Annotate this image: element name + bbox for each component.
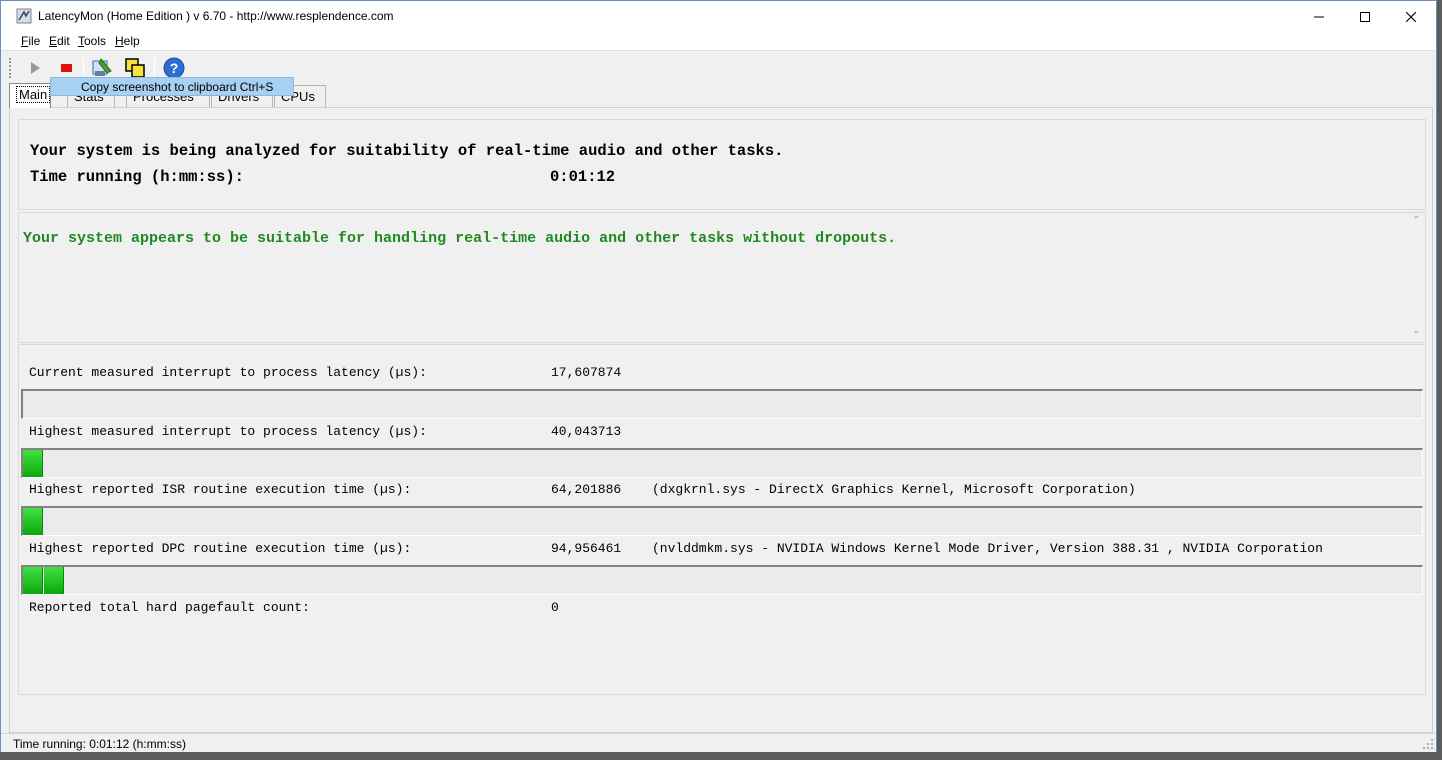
isr-time-label: Highest reported ISR routine execution t… bbox=[29, 482, 412, 497]
current-latency-label: Current measured interrupt to process la… bbox=[29, 365, 427, 380]
close-button[interactable] bbox=[1388, 1, 1434, 32]
start-button[interactable] bbox=[23, 56, 47, 80]
stop-icon bbox=[61, 64, 72, 72]
pagefault-label: Reported total hard pagefault count: bbox=[29, 600, 310, 615]
resize-grip-icon[interactable] bbox=[1422, 738, 1434, 750]
pagefault-value: 0 bbox=[551, 600, 559, 615]
status-bar: Time running: 0:01:12 (h:mm:ss) bbox=[1, 733, 1436, 752]
isr-driver-info: (dxgkrnl.sys - DirectX Graphics Kernel, … bbox=[652, 482, 1136, 497]
highest-latency-bar bbox=[21, 448, 1423, 478]
tab-main-label: Main bbox=[16, 86, 51, 103]
toolbar-grip[interactable] bbox=[9, 58, 12, 78]
play-icon bbox=[31, 62, 40, 74]
minimize-icon bbox=[1314, 16, 1324, 17]
maximize-icon bbox=[1360, 11, 1370, 22]
copy-icon bbox=[125, 58, 145, 78]
bar-segment bbox=[23, 450, 43, 477]
title-bar[interactable]: LatencyMon (Home Edition ) v 6.70 - http… bbox=[1, 1, 1436, 32]
analysis-panel: Your system is being analyzed for suitab… bbox=[18, 119, 1426, 210]
menu-tools[interactable]: Tools bbox=[78, 34, 106, 48]
screenshot-icon bbox=[92, 58, 112, 76]
bar-segment bbox=[44, 567, 64, 594]
analysis-text: Your system is being analyzed for suitab… bbox=[30, 142, 784, 160]
time-running-label: Time running (h:mm:ss): bbox=[30, 168, 244, 186]
verdict-message: Your system appears to be suitable for h… bbox=[23, 230, 897, 247]
window-title: LatencyMon (Home Edition ) v 6.70 - http… bbox=[38, 9, 394, 23]
toolbar-separator bbox=[154, 57, 155, 79]
menu-help[interactable]: Help bbox=[115, 34, 140, 48]
current-latency-value: 17,607874 bbox=[551, 365, 622, 380]
bar-segment bbox=[23, 508, 43, 535]
toolbar-tooltip: Copy screenshot to clipboard Ctrl+S bbox=[50, 77, 294, 96]
maximize-button[interactable] bbox=[1342, 1, 1388, 32]
dpc-time-label: Highest reported DPC routine execution t… bbox=[29, 541, 412, 556]
highest-latency-value: 40,043713 bbox=[551, 424, 622, 439]
dpc-time-bar bbox=[21, 565, 1423, 595]
isr-time-bar bbox=[21, 506, 1423, 536]
current-latency-bar bbox=[21, 389, 1423, 419]
latency-panel: Current measured interrupt to process la… bbox=[18, 344, 1426, 695]
highest-latency-label: Highest measured interrupt to process la… bbox=[29, 424, 427, 439]
scroll-up-icon[interactable]: ⌃ bbox=[1412, 215, 1420, 226]
menu-edit[interactable]: Edit bbox=[49, 34, 70, 48]
help-icon: ? bbox=[163, 57, 185, 79]
status-text: Time running: 0:01:12 (h:mm:ss) bbox=[13, 737, 186, 751]
isr-time-value: 64,201886 bbox=[551, 482, 622, 497]
app-window: LatencyMon (Home Edition ) v 6.70 - http… bbox=[0, 0, 1437, 752]
latencymon-app-icon[interactable] bbox=[16, 8, 32, 24]
tab-main[interactable]: Main bbox=[9, 83, 51, 108]
toolbar-separator bbox=[83, 57, 84, 79]
bar-segment bbox=[23, 567, 43, 594]
svg-text:?: ? bbox=[170, 60, 179, 76]
verdict-panel: Your system appears to be suitable for h… bbox=[18, 212, 1426, 343]
dpc-driver-info: (nvlddmkm.sys - NVIDIA Windows Kernel Mo… bbox=[652, 541, 1323, 556]
time-running-value: 0:01:12 bbox=[550, 168, 616, 186]
dpc-time-value: 94,956461 bbox=[551, 541, 622, 556]
scroll-down-icon[interactable]: ⌄ bbox=[1412, 325, 1420, 336]
minimize-button[interactable] bbox=[1296, 1, 1342, 32]
close-icon bbox=[1406, 11, 1416, 22]
menu-file[interactable]: File bbox=[21, 34, 40, 48]
menu-bar: File Edit Tools Help bbox=[1, 32, 1436, 51]
main-tab-content: Your system is being analyzed for suitab… bbox=[9, 107, 1433, 733]
verdict-scrollbar[interactable]: ⌃ ⌄ bbox=[1408, 213, 1425, 342]
